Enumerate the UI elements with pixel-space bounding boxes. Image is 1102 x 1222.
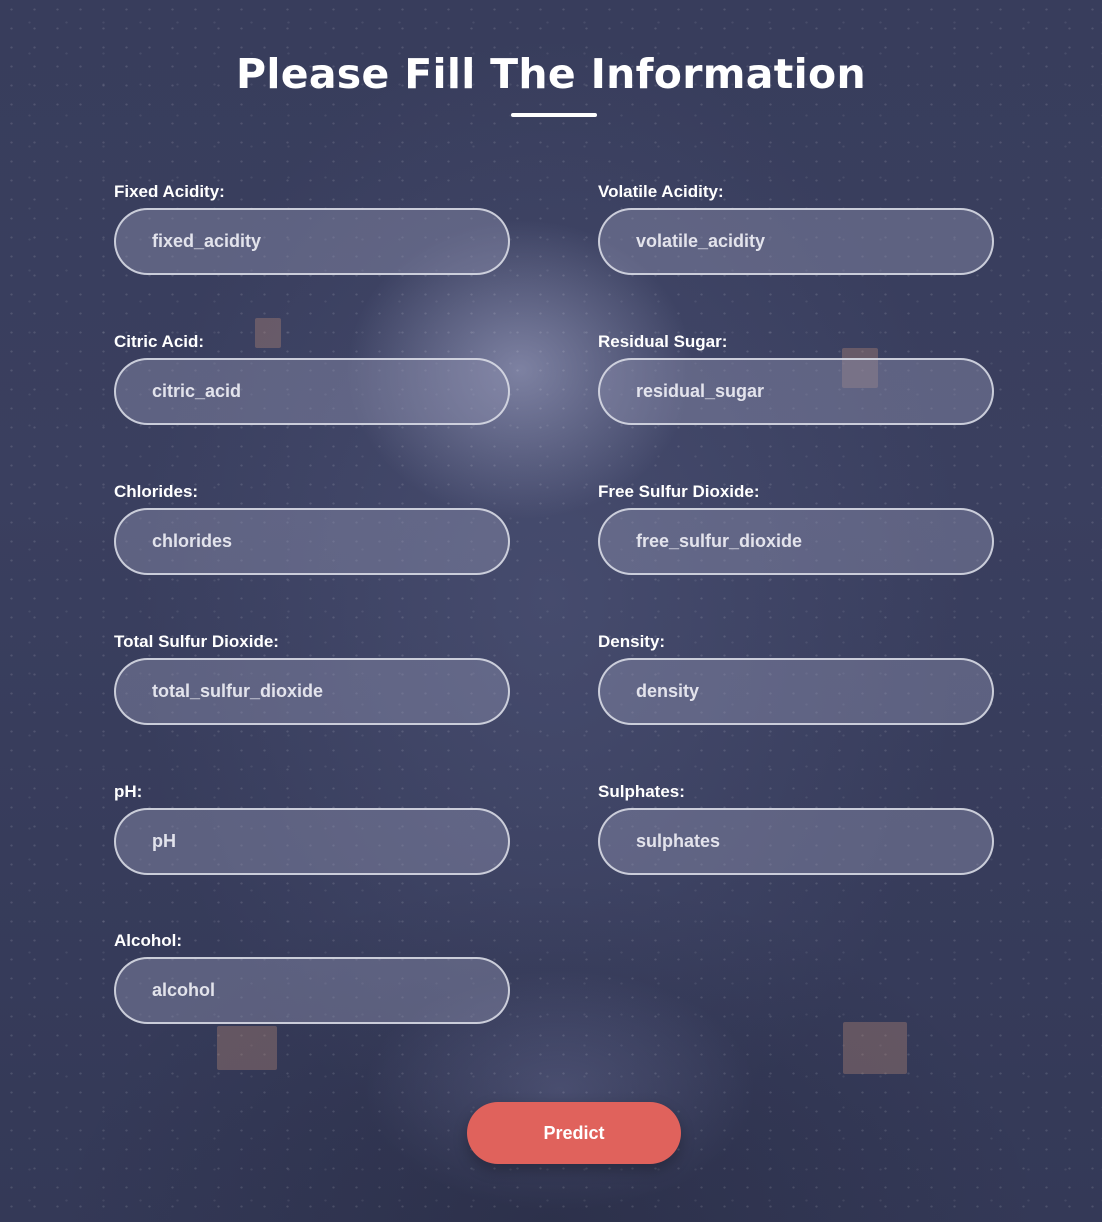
volatile-acidity-label: Volatile Acidity: (598, 182, 724, 201)
field-alcohol: Alcohol: (114, 931, 510, 1024)
citric-acid-input[interactable] (114, 358, 510, 425)
residual-sugar-label: Residual Sugar: (598, 332, 728, 351)
fixed-acidity-input[interactable] (114, 208, 510, 275)
residual-sugar-input[interactable] (598, 358, 994, 425)
predict-button[interactable]: Predict (467, 1102, 681, 1164)
sulphates-label: Sulphates: (598, 782, 685, 801)
page-title: Please Fill The Information (236, 50, 866, 98)
background-sign (217, 1026, 277, 1070)
density-input[interactable] (598, 658, 994, 725)
field-free-sulfur-dioxide: Free Sulfur Dioxide: (598, 482, 994, 575)
fixed-acidity-label: Fixed Acidity: (114, 182, 225, 201)
ph-label: pH: (114, 782, 143, 801)
field-sulphates: Sulphates: (598, 782, 994, 875)
field-volatile-acidity: Volatile Acidity: (598, 182, 994, 275)
ph-input[interactable] (114, 808, 510, 875)
field-density: Density: (598, 632, 994, 725)
alcohol-input[interactable] (114, 957, 510, 1024)
free-sulfur-dioxide-label: Free Sulfur Dioxide: (598, 482, 760, 501)
sulphates-input[interactable] (598, 808, 994, 875)
total-sulfur-dioxide-input[interactable] (114, 658, 510, 725)
density-label: Density: (598, 632, 666, 651)
field-citric-acid: Citric Acid: (114, 332, 510, 425)
total-sulfur-dioxide-label: Total Sulfur Dioxide: (114, 632, 279, 651)
background-sign (843, 1022, 907, 1074)
field-total-sulfur-dioxide: Total Sulfur Dioxide: (114, 632, 510, 725)
chlorides-input[interactable] (114, 508, 510, 575)
field-residual-sugar: Residual Sugar: (598, 332, 994, 425)
chlorides-label: Chlorides: (114, 482, 199, 501)
field-fixed-acidity: Fixed Acidity: (114, 182, 510, 275)
field-ph: pH: (114, 782, 510, 875)
free-sulfur-dioxide-input[interactable] (598, 508, 994, 575)
citric-acid-label: Citric Acid: (114, 332, 205, 351)
volatile-acidity-input[interactable] (598, 208, 994, 275)
alcohol-label: Alcohol: (114, 931, 182, 950)
field-chlorides: Chlorides: (114, 482, 510, 575)
title-underline (511, 113, 597, 117)
